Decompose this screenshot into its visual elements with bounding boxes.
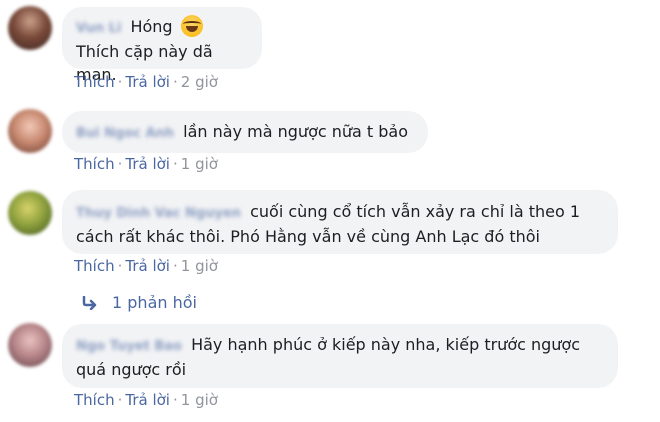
comment-text: Hóng [130, 17, 173, 36]
separator-dot: · [172, 155, 178, 173]
reply-arrow-icon [82, 295, 98, 314]
separator-dot: · [117, 257, 123, 275]
comment-bubble: Vun Li Hóng Thích cặp này dã man. [62, 7, 262, 84]
like-button[interactable]: Thích [74, 257, 115, 275]
comment-bubble: Thuy Dinh Vac Nguyen cuối cùng cổ tích v… [62, 190, 618, 254]
comment-timestamp[interactable]: 1 giờ [181, 391, 218, 409]
avatar[interactable] [8, 323, 52, 367]
comment-actions: Thích · Trả lời · 1 giờ [74, 155, 218, 173]
comment-actions: Thích · Trả lời · 2 giờ [74, 73, 218, 91]
comment-actions: Thích · Trả lời · 1 giờ [74, 257, 218, 275]
comment-actions: Thích · Trả lời · 1 giờ [74, 391, 218, 409]
laughing-tears-emoji-icon [180, 15, 203, 37]
avatar[interactable] [8, 191, 52, 235]
comment-author[interactable]: Bui Ngoc Anh [76, 122, 174, 145]
comment-text: quá ngược rồi [76, 360, 187, 379]
comment-bubble: Bui Ngoc Anh lần này mà ngược nữa t bảo [62, 111, 428, 153]
separator-dot: · [117, 391, 123, 409]
view-replies-link[interactable]: 1 phản hồi [82, 293, 197, 314]
separator-dot: · [172, 257, 178, 275]
like-button[interactable]: Thích [74, 73, 115, 91]
comment-bubble: Ngo Tuyet Bao Hãy hạnh phúc ở kiếp này n… [62, 324, 618, 388]
avatar[interactable] [8, 6, 52, 50]
avatar[interactable] [8, 109, 52, 153]
comment-timestamp[interactable]: 1 giờ [181, 257, 218, 275]
comment-timestamp[interactable]: 2 giờ [181, 73, 218, 91]
comment-text: Hãy hạnh phúc ở kiếp này nha, kiếp trước… [191, 335, 581, 354]
reply-button[interactable]: Trả lời [125, 257, 170, 275]
reply-button[interactable]: Trả lời [125, 73, 170, 91]
separator-dot: · [172, 73, 178, 91]
like-button[interactable]: Thích [74, 155, 115, 173]
comment-author[interactable]: Thuy Dinh Vac Nguyen [76, 202, 241, 225]
comment-timestamp[interactable]: 1 giờ [181, 155, 218, 173]
comment-text: cách rất khác thôi. Phó Hằng vẫn về cùng… [76, 227, 540, 246]
comment-text: cuối cùng cổ tích vẫn xảy ra chỉ là theo… [250, 202, 581, 221]
separator-dot: · [117, 73, 123, 91]
separator-dot: · [117, 155, 123, 173]
like-button[interactable]: Thích [74, 391, 115, 409]
comment-author[interactable]: Ngo Tuyet Bao [76, 335, 182, 358]
separator-dot: · [172, 391, 178, 409]
reply-button[interactable]: Trả lời [125, 391, 170, 409]
comment-text: lần này mà ngược nữa t bảo [183, 122, 409, 141]
comment-author[interactable]: Vun Li [76, 17, 121, 40]
replies-count-label[interactable]: 1 phản hồi [112, 293, 197, 312]
reply-button[interactable]: Trả lời [125, 155, 170, 173]
